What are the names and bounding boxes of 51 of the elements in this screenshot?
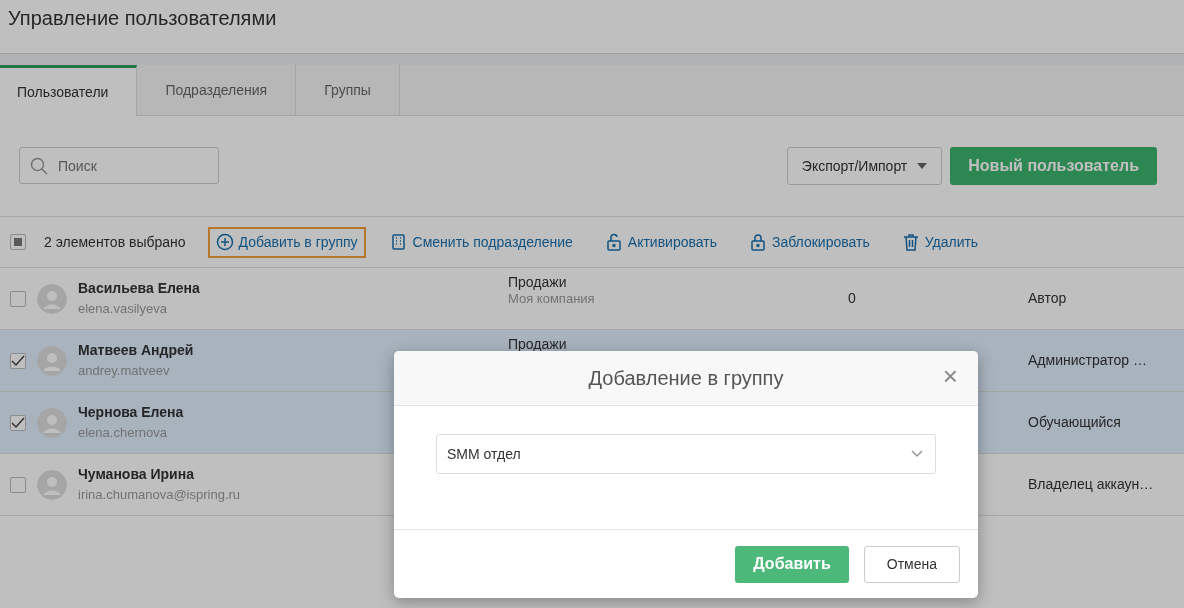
add-button[interactable]: Добавить <box>735 545 849 583</box>
selection-count: 2 элементов выбрано <box>44 232 186 252</box>
user-name: Чернова Елена <box>78 403 184 423</box>
toolbar-action[interactable]: Удалить <box>893 226 987 258</box>
cancel-button[interactable]: Отмена <box>863 545 960 583</box>
avatar-silhouette-icon <box>37 469 67 500</box>
user-login: elena.vasilyeva <box>78 300 167 319</box>
new-user-button[interactable]: Новый пользователь <box>950 147 1157 185</box>
user-role: Автор <box>1028 289 1067 308</box>
padlock-icon <box>748 233 767 251</box>
user-name: Васильева Елена <box>78 279 200 299</box>
organization-name: Моя компания <box>508 290 595 307</box>
user-name: Матвеев Андрей <box>78 341 194 361</box>
row-checkbox[interactable] <box>10 476 26 493</box>
count-value: 0 <box>848 290 856 306</box>
chevron-down-icon <box>911 450 923 458</box>
user-login: elena.chernova <box>78 424 167 443</box>
page-title: Управление пользователями <box>7 6 278 31</box>
search-icon <box>30 157 48 175</box>
toolbar-action[interactable]: Заблокировать <box>740 226 878 258</box>
trash-icon <box>901 233 920 251</box>
search-field[interactable]: Поиск <box>19 147 219 184</box>
row-checkbox[interactable] <box>10 352 26 369</box>
dialog-title: Добавление в группу <box>588 366 784 391</box>
building-icon <box>389 233 408 251</box>
tab[interactable]: Пользователи <box>0 65 138 116</box>
department-name: Продажи <box>508 274 567 291</box>
checkmark-icon <box>11 416 25 429</box>
plus-circle-icon <box>215 233 234 251</box>
avatar-silhouette-icon <box>37 345 67 376</box>
user-name: Чуманова Ирина <box>78 465 194 485</box>
user-role: Обучающийся <box>1028 413 1121 432</box>
toolbar-action[interactable]: Добавить в группу <box>207 226 366 258</box>
user-login: irina.chumanova@ispring.ru <box>78 486 241 505</box>
close-button[interactable]: × <box>940 363 960 389</box>
user-role: Владелец аккаун… <box>1028 475 1154 494</box>
avatar-silhouette-icon <box>37 407 67 438</box>
unlocked-padlock-icon <box>604 233 623 251</box>
user-role: Администратор … <box>1028 351 1147 370</box>
row-checkbox[interactable] <box>10 414 26 431</box>
department-name: Продажи <box>508 336 567 353</box>
export-import-dropdown[interactable]: Экспорт/Импорт <box>786 147 943 185</box>
checkmark-icon <box>11 354 25 367</box>
row-checkbox[interactable] <box>10 290 26 307</box>
toolbar-action[interactable]: Активировать <box>596 226 725 258</box>
caret-icon <box>917 163 928 169</box>
toolbar-action[interactable]: Сменить подразделение <box>381 226 581 258</box>
group-select[interactable]: SMM отдел <box>436 434 936 474</box>
avatar-silhouette-icon <box>37 283 67 314</box>
select-all-checkbox[interactable] <box>10 234 26 250</box>
user-login: andrey.matveev <box>78 362 170 381</box>
